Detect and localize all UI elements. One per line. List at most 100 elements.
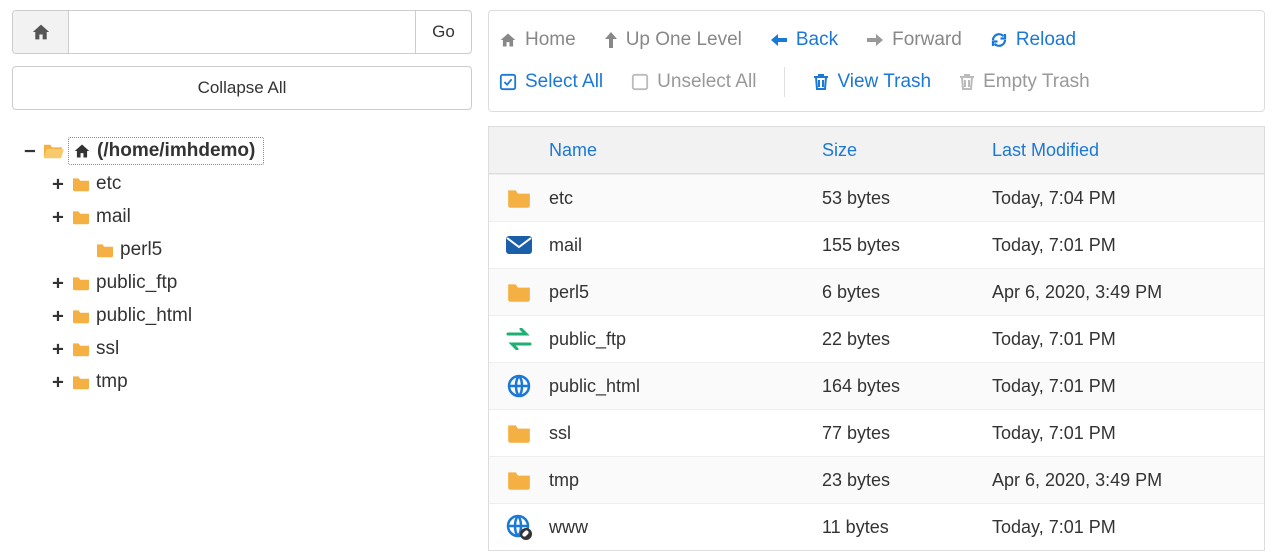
arrow-left-icon: [770, 33, 788, 47]
home-icon-button[interactable]: [13, 11, 69, 53]
file-modified: Today, 7:01 PM: [992, 235, 1252, 256]
folder-icon: [70, 341, 92, 357]
table-row[interactable]: perl56 bytesApr 6, 2020, 3:49 PM: [489, 268, 1264, 315]
toolbar-row-2: Select All Unselect All View Trash Empty…: [499, 61, 1254, 103]
path-bar: Go: [12, 10, 472, 54]
tree-toggle[interactable]: +: [50, 173, 66, 195]
folder-icon: [489, 422, 549, 444]
home-icon: [31, 23, 51, 41]
table-row[interactable]: public_ftp22 bytesToday, 7:01 PM: [489, 315, 1264, 362]
tb-unselect-all: Unselect All: [631, 71, 756, 93]
toolbar-row-1: Home Up One Level Back Forward Reload: [499, 19, 1254, 61]
folder-icon: [70, 374, 92, 390]
main-panel: Home Up One Level Back Forward Reload: [488, 10, 1265, 547]
tree-root[interactable]: − (/home/imhdemo): [22, 134, 472, 167]
globe-icon: [489, 373, 549, 399]
file-size: 11 bytes: [822, 517, 992, 538]
file-name: perl5: [549, 282, 822, 303]
file-modified: Apr 6, 2020, 3:49 PM: [992, 282, 1252, 303]
check-square-icon: [499, 73, 517, 91]
file-size: 23 bytes: [822, 470, 992, 491]
toolbar-separator: [784, 67, 785, 97]
folder-icon: [70, 275, 92, 291]
tree-item[interactable]: perl5: [50, 233, 472, 266]
table-row[interactable]: public_html164 bytesToday, 7:01 PM: [489, 362, 1264, 409]
tree-item-label: etc: [96, 173, 121, 195]
tree-toggle[interactable]: +: [50, 305, 66, 327]
file-name: ssl: [549, 423, 822, 444]
file-size: 6 bytes: [822, 282, 992, 303]
file-modified: Today, 7:01 PM: [992, 329, 1252, 350]
trash-icon: [959, 73, 975, 91]
table-row[interactable]: www11 bytesToday, 7:01 PM: [489, 503, 1264, 550]
globe-link-icon: [489, 513, 549, 541]
trash-icon: [813, 73, 829, 91]
tree-item[interactable]: + tmp: [50, 365, 472, 398]
table-row[interactable]: etc53 bytesToday, 7:04 PM: [489, 174, 1264, 221]
file-size: 77 bytes: [822, 423, 992, 444]
tree-item-label: tmp: [96, 371, 128, 393]
tree-item-label: ssl: [96, 338, 119, 360]
tb-reload[interactable]: Reload: [990, 29, 1076, 51]
tree-item[interactable]: +public_html: [50, 299, 472, 332]
go-button[interactable]: Go: [415, 11, 471, 53]
tree-item[interactable]: + etc: [50, 167, 472, 200]
tree-item-label: mail: [96, 206, 131, 228]
tree-item[interactable]: + ssl: [50, 332, 472, 365]
col-size[interactable]: Size: [822, 140, 992, 161]
folder-icon: [489, 187, 549, 209]
file-size: 53 bytes: [822, 188, 992, 209]
file-modified: Today, 7:01 PM: [992, 376, 1252, 397]
collapse-all-button[interactable]: Collapse All: [12, 66, 472, 110]
col-modified[interactable]: Last Modified: [992, 140, 1252, 161]
table-row[interactable]: tmp23 bytesApr 6, 2020, 3:49 PM: [489, 456, 1264, 503]
file-modified: Today, 7:04 PM: [992, 188, 1252, 209]
file-name: www: [549, 517, 822, 538]
table-row[interactable]: mail155 bytesToday, 7:01 PM: [489, 221, 1264, 268]
folder-icon: [489, 281, 549, 303]
tree-toggle[interactable]: +: [50, 338, 66, 360]
tb-back[interactable]: Back: [770, 29, 838, 51]
tb-forward[interactable]: Forward: [866, 29, 962, 51]
folder-icon: [94, 242, 116, 258]
tree-toggle[interactable]: +: [50, 371, 66, 393]
tree-item-label: public_ftp: [96, 272, 177, 294]
tree-item-label: perl5: [120, 239, 162, 261]
file-modified: Apr 6, 2020, 3:49 PM: [992, 470, 1252, 491]
toolbar: Home Up One Level Back Forward Reload: [488, 10, 1265, 112]
file-table-header: Name Size Last Modified: [489, 127, 1264, 174]
file-modified: Today, 7:01 PM: [992, 517, 1252, 538]
folder-tree: − (/home/imhdemo) +etc+mailperl5+public_…: [12, 134, 472, 398]
tb-up-one-level[interactable]: Up One Level: [604, 29, 742, 51]
file-name: public_html: [549, 376, 822, 397]
tree-item[interactable]: + public_ftp: [50, 266, 472, 299]
empty-square-icon: [631, 73, 649, 91]
file-modified: Today, 7:01 PM: [992, 423, 1252, 444]
tree-toggle[interactable]: +: [50, 272, 66, 294]
reload-icon: [990, 31, 1008, 49]
tb-view-trash[interactable]: View Trash: [813, 71, 931, 93]
home-icon: [73, 143, 91, 159]
tb-select-all[interactable]: Select All: [499, 71, 603, 93]
transfer-icon: [489, 328, 549, 350]
tb-home[interactable]: Home: [499, 29, 576, 51]
folder-icon: [70, 308, 92, 324]
file-size: 155 bytes: [822, 235, 992, 256]
folder-icon: [70, 176, 92, 192]
arrow-right-icon: [866, 33, 884, 47]
file-name: mail: [549, 235, 822, 256]
file-name: public_ftp: [549, 329, 822, 350]
file-name: etc: [549, 188, 822, 209]
tree-toggle-minus[interactable]: −: [22, 140, 38, 162]
sidebar: Go Collapse All − (/home/imhdemo) + etc + m…: [12, 10, 472, 547]
file-name: tmp: [549, 470, 822, 491]
path-input[interactable]: [69, 11, 415, 53]
tb-empty-trash: Empty Trash: [959, 71, 1090, 93]
table-row[interactable]: ssl77 bytesToday, 7:01 PM: [489, 409, 1264, 456]
tree-item[interactable]: + mail: [50, 200, 472, 233]
home-icon: [499, 32, 517, 48]
file-size: 164 bytes: [822, 376, 992, 397]
tree-toggle[interactable]: +: [50, 206, 66, 228]
col-name[interactable]: Name: [549, 140, 822, 161]
tree-root-label: (/home/imhdemo): [68, 137, 264, 165]
